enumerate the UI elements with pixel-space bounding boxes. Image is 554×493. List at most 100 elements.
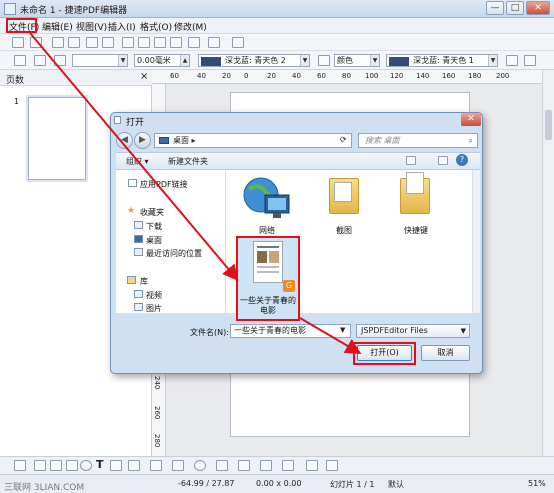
nav-recent[interactable]: 最近访问的位置 (146, 248, 202, 259)
zoom-level[interactable]: 51% (528, 479, 546, 488)
line-draw-icon[interactable] (34, 460, 46, 471)
arrow-draw-icon[interactable] (50, 460, 62, 471)
forward-button[interactable]: ▶ (134, 132, 151, 149)
ruler-tick: 180 (468, 72, 482, 80)
ruler-tick: 20 (222, 72, 231, 80)
fill-icon[interactable] (318, 55, 330, 66)
line-icon[interactable] (54, 55, 66, 66)
menu-edit[interactable]: 编辑(E) (42, 20, 73, 33)
preview-pane-icon[interactable] (438, 156, 448, 165)
close-button[interactable]: ✕ (526, 1, 550, 15)
address-bar[interactable]: 桌面 ▸ (154, 133, 352, 148)
recent-icon (134, 248, 143, 256)
nav-favorites[interactable]: 收藏夹 (140, 207, 164, 218)
more-icon[interactable] (524, 55, 536, 66)
nav-videos[interactable]: 视频 (146, 290, 162, 301)
menu-format[interactable]: 格式(O) (140, 20, 172, 33)
filetype-select[interactable]: JSPDFEditor Files ▼ (356, 324, 470, 338)
picture-icon (134, 303, 143, 311)
undo-icon[interactable] (188, 37, 200, 48)
vertical-scrollbar[interactable] (542, 70, 554, 456)
ellipse-icon[interactable] (80, 460, 92, 471)
cut-icon[interactable] (122, 37, 134, 48)
open-icon[interactable] (30, 37, 42, 48)
new-folder-button[interactable]: 新建文件夹 (168, 156, 208, 167)
desktop-icon (134, 235, 143, 243)
organize-button[interactable]: 组织 ▾ (126, 156, 149, 167)
minimize-button[interactable]: — (486, 1, 504, 15)
points-icon[interactable] (306, 460, 318, 471)
shape-icon[interactable] (172, 460, 184, 471)
copy-icon[interactable] (138, 37, 150, 48)
star-shape-icon[interactable] (282, 460, 294, 471)
maximize-button[interactable]: □ (506, 1, 524, 15)
callout-icon[interactable] (260, 460, 272, 471)
redo-icon[interactable] (208, 37, 220, 48)
nav-pictures[interactable]: 图片 (146, 303, 162, 314)
rect-icon[interactable] (66, 460, 78, 471)
new-icon[interactable] (12, 37, 24, 48)
fill-color-select[interactable]: 深戈蓝: 青天色 1 ▼ (386, 54, 498, 67)
textbox-icon[interactable] (110, 460, 122, 471)
slide-indicator: 幻灯片 1 / 1 (330, 480, 375, 489)
pages-close-icon[interactable]: × (140, 71, 148, 82)
title-bar: 未命名 1 - 捷速PDF编辑器 — □ ✕ (0, 0, 554, 18)
nav-app-links[interactable]: 应用PDF链接 (140, 179, 188, 190)
curve-icon[interactable] (128, 460, 140, 471)
network-item[interactable] (241, 173, 293, 225)
paste-icon[interactable] (154, 37, 166, 48)
menu-insert[interactable]: 插入(I) (108, 20, 136, 33)
ruler-tick: 280 (153, 434, 161, 448)
shortcut-label: 快捷键 (404, 226, 428, 235)
line-style-icon[interactable] (14, 55, 26, 66)
dialog-icon (114, 116, 121, 124)
ruler-tick: 60 (317, 72, 326, 80)
line-width-field[interactable]: 0.00毫米 ▲ (134, 54, 190, 67)
menu-modify[interactable]: 修改(M) (174, 20, 207, 33)
symbol-icon[interactable] (194, 460, 206, 471)
video-icon (134, 290, 143, 298)
ruler-tick: 40 (197, 72, 206, 80)
connector-icon[interactable] (150, 460, 162, 471)
fill-mode-select[interactable]: 颜色 ▼ (334, 54, 380, 67)
network-icon (243, 177, 290, 218)
save-icon[interactable] (52, 37, 64, 48)
filename-dropdown-icon[interactable]: ▼ (340, 326, 345, 334)
view-icon[interactable] (406, 156, 416, 165)
select-icon[interactable] (14, 460, 26, 471)
search-input[interactable]: 搜索 桌面 ⌕ (358, 133, 478, 148)
fontwork-icon[interactable] (326, 460, 338, 471)
dialog-close-button[interactable]: ✕ (461, 113, 481, 126)
page-number: 1 (14, 97, 20, 106)
line-style-select[interactable]: ▼ (72, 54, 128, 67)
dialog-scrollbar[interactable] (472, 170, 480, 313)
cursor-position: -64.99 / 27.87 (178, 479, 235, 488)
filename-label: 文件名(N): (190, 328, 229, 337)
line-color-select[interactable]: 深戈蓝: 青天色 2 ▼ (198, 54, 310, 67)
menu-bar: 文件(F) 编辑(E) 视图(V) 插入(I) 格式(O) 修改(M) (0, 18, 554, 34)
zoom-icon[interactable] (232, 37, 244, 48)
refresh-icon[interactable]: ⟳ (340, 135, 347, 144)
menu-view[interactable]: 视图(V) (76, 20, 107, 33)
page-thumbnail[interactable] (28, 97, 86, 180)
print-icon[interactable] (102, 37, 114, 48)
block-arrow-icon[interactable] (216, 460, 228, 471)
nav-desktop[interactable]: 桌面 (146, 235, 162, 246)
text-icon[interactable]: T (96, 458, 104, 471)
arrow-style-icon[interactable] (34, 55, 46, 66)
selected-file-label: 一些关于青春的电影 (240, 296, 296, 315)
help-icon[interactable]: ? (456, 154, 468, 166)
back-button[interactable]: ◀ (116, 132, 133, 149)
export-icon[interactable] (68, 37, 80, 48)
scroll-thumb[interactable] (545, 110, 552, 140)
format-brush-icon[interactable] (170, 37, 182, 48)
nav-libraries[interactable]: 库 (140, 276, 148, 287)
ruler-tick: 260 (153, 406, 161, 420)
cancel-button[interactable]: 取消 (421, 345, 470, 361)
shadow-icon[interactable] (506, 55, 518, 66)
filename-input[interactable]: 一些关于青春的电影 (230, 324, 351, 338)
pdf-icon[interactable] (86, 37, 98, 48)
nav-download[interactable]: 下载 (146, 221, 162, 232)
folder-preview (406, 172, 424, 194)
flowchart-icon[interactable] (238, 460, 250, 471)
